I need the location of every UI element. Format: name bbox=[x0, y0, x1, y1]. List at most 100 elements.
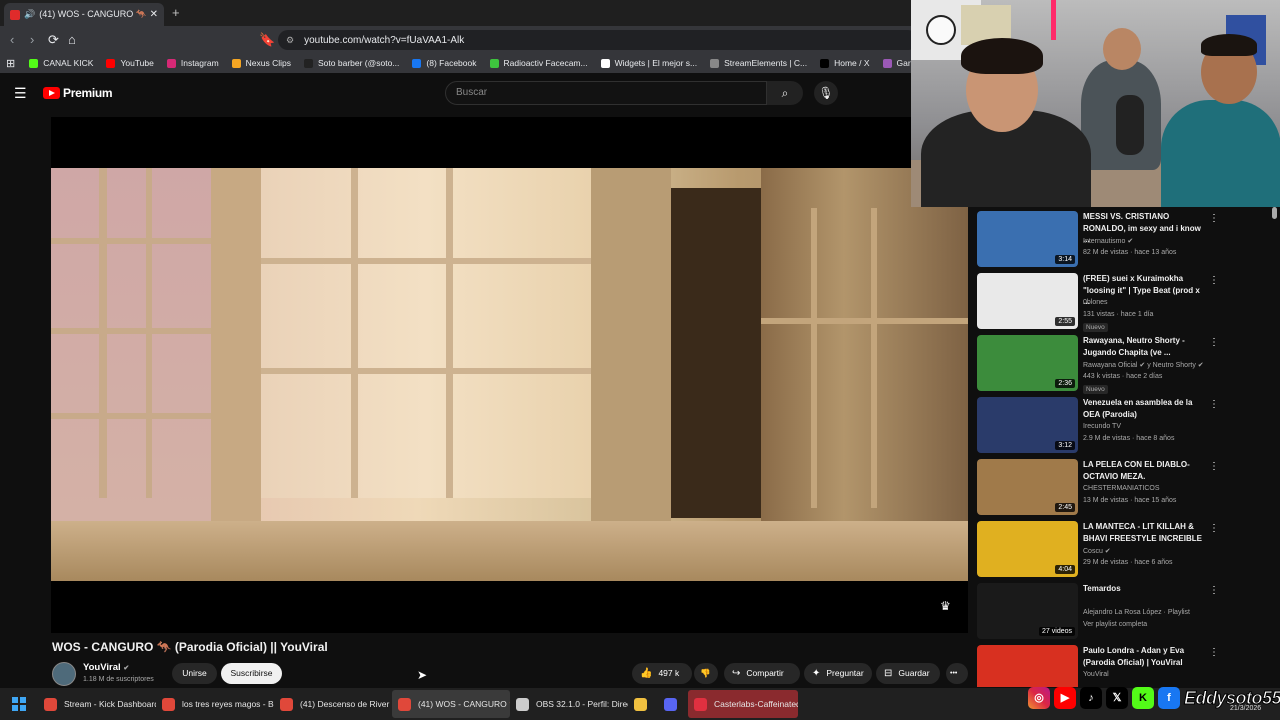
channel-name-text: YouViral bbox=[83, 662, 121, 673]
search-button[interactable]: ⌕ bbox=[767, 81, 803, 105]
video-frame[interactable] bbox=[51, 168, 968, 581]
recommendation-item[interactable]: 2:36 Rawayana, Neutro Shorty - Jugando Ch… bbox=[977, 333, 1277, 394]
back-icon[interactable]: ‹ bbox=[10, 32, 14, 47]
more-options-icon[interactable]: ⋮ bbox=[1209, 461, 1219, 472]
voice-search-button[interactable]: 🎙 bbox=[814, 81, 838, 105]
video-thumbnail[interactable]: 27 videos bbox=[977, 583, 1078, 639]
dislike-button[interactable]: 👎 bbox=[694, 663, 718, 684]
bookmark-item[interactable]: CANAL KICK bbox=[29, 58, 93, 68]
more-options-icon[interactable]: ⋮ bbox=[1209, 585, 1219, 596]
bookmark-page-icon[interactable]: 🔖 bbox=[259, 32, 275, 48]
taskbar-app[interactable]: Stream - Kick Dashboard bbox=[38, 690, 156, 718]
reload-icon[interactable]: ⟳ bbox=[48, 32, 59, 48]
recommendation-channel[interactable]: YouViral bbox=[1083, 671, 1109, 678]
more-options-icon[interactable]: ⋮ bbox=[1209, 337, 1219, 348]
app-icon bbox=[516, 697, 529, 711]
windows-start-icon[interactable] bbox=[12, 697, 26, 711]
recommendation-channel[interactable]: Rawayana Oficial ✔ y Neutro Shorty ✔ bbox=[1083, 361, 1204, 369]
bookmark-item[interactable]: Radioactiv Facecam... bbox=[489, 58, 588, 68]
home-icon[interactable]: ⌂ bbox=[68, 32, 76, 47]
recommendation-item[interactable]: 2:55 (FREE) suei x Kuraimokha "loosing it… bbox=[977, 271, 1277, 332]
recommendation-item[interactable]: 3:14 MESSI VS. CRISTIANO RONALDO, im sexy… bbox=[977, 209, 1277, 269]
bookmark-item[interactable]: YouTube bbox=[106, 58, 154, 68]
recommendation-channel[interactable]: Alejandro La Rosa López · Playlist bbox=[1083, 609, 1190, 616]
more-options-icon[interactable]: ⋮ bbox=[1209, 213, 1219, 224]
video-thumbnail[interactable]: 3:14 bbox=[977, 211, 1078, 267]
subscribe-button[interactable]: Suscribirse bbox=[221, 663, 282, 684]
video-thumbnail[interactable]: 2:55 bbox=[977, 273, 1078, 329]
recommendation-title[interactable]: Temardos bbox=[1083, 583, 1208, 595]
recommendation-title[interactable]: Rawayana, Neutro Shorty - Jugando Chapit… bbox=[1083, 335, 1208, 358]
sidebar-scrollbar[interactable] bbox=[1272, 207, 1277, 219]
share-button[interactable]: ↪ Compartir bbox=[724, 663, 800, 684]
more-options-icon[interactable]: ⋮ bbox=[1209, 275, 1219, 286]
new-tab-button[interactable]: + bbox=[172, 5, 180, 20]
recommendation-item[interactable]: 27 videos Temardos Alejandro La Rosa López… bbox=[977, 581, 1277, 641]
bookmark-label: Instagram bbox=[180, 58, 219, 68]
bookmark-item[interactable]: Soto barber (@soto... bbox=[304, 58, 399, 68]
menu-icon[interactable]: ☰ bbox=[14, 85, 27, 102]
bookmark-item[interactable]: Home / X bbox=[820, 58, 870, 68]
recommendation-title[interactable]: LA MANTECA - LIT KILLAH & BHAVI FREESTYL… bbox=[1083, 521, 1208, 544]
bookmark-item[interactable]: (8) Facebook bbox=[412, 58, 477, 68]
close-tab-icon[interactable]: ✕ bbox=[150, 9, 158, 20]
bookmark-item[interactable]: Widgets | El mejor s... bbox=[600, 58, 697, 68]
bookmark-item[interactable]: Nexus Clips bbox=[231, 58, 291, 68]
taskbar-app[interactable] bbox=[628, 690, 658, 718]
tiktok-icon: ♪ bbox=[1080, 687, 1102, 709]
save-button[interactable]: ⊟ Guardar bbox=[876, 663, 940, 684]
verified-icon: ✔ bbox=[1104, 548, 1111, 555]
recommendation-channel[interactable]: Coscu ✔ bbox=[1083, 547, 1111, 555]
forward-icon[interactable]: › bbox=[30, 32, 34, 47]
recommendation-title[interactable]: Venezuela en asamblea de la OEA (Parodia… bbox=[1083, 397, 1208, 420]
recommendation-channel[interactable]: CHESTERMANIATICOS bbox=[1083, 485, 1160, 492]
video-duration: 3:12 bbox=[1055, 441, 1075, 450]
recommendation-item[interactable]: 4:04 LA MANTECA - LIT KILLAH & BHAVI FREE… bbox=[977, 519, 1277, 579]
more-options-icon[interactable]: ⋮ bbox=[1209, 399, 1219, 410]
recommendation-title[interactable]: Paulo Londra - Adan y Eva (Parodia Ofici… bbox=[1083, 645, 1208, 668]
search-input[interactable]: Buscar bbox=[445, 81, 767, 105]
video-duration: 2:55 bbox=[1055, 317, 1075, 326]
like-button[interactable]: 👍 497 k bbox=[632, 663, 692, 684]
crown-quality-icon[interactable]: ♛ bbox=[940, 599, 951, 613]
taskbar-app[interactable]: (41) Descenso de River 2 bbox=[274, 690, 392, 718]
recommendation-title[interactable]: LA PELEA CON EL DIABLO- OCTAVIO MEZA. bbox=[1083, 459, 1208, 482]
ask-button[interactable]: ✦ Preguntar bbox=[804, 663, 872, 684]
recommendation-item[interactable]: 2:45 LA PELEA CON EL DIABLO- OCTAVIO MEZA… bbox=[977, 457, 1277, 517]
window-frame bbox=[211, 168, 261, 581]
channel-name[interactable]: YouViral ✔ bbox=[83, 662, 129, 673]
speaker-icon[interactable]: 🔊 bbox=[24, 9, 35, 20]
video-thumbnail[interactable]: 2:45 bbox=[977, 459, 1078, 515]
more-options-icon[interactable]: ⋮ bbox=[1209, 523, 1219, 534]
apps-grid-icon[interactable]: ⊞ bbox=[6, 57, 15, 70]
video-thumbnail[interactable]: 4:04 bbox=[977, 521, 1078, 577]
taskbar-app[interactable]: Casterlabs-Caffeinated bbox=[688, 690, 798, 718]
recommendation-item[interactable]: Paulo Londra - Adan y Eva (Parodia Ofici… bbox=[977, 643, 1277, 687]
recommendation-channel[interactable]: Irecundo TV bbox=[1083, 423, 1121, 430]
more-options-icon[interactable]: ⋮ bbox=[1209, 647, 1219, 658]
recommendation-item[interactable]: 3:12 Venezuela en asamblea de la OEA (Par… bbox=[977, 395, 1277, 455]
join-button[interactable]: Unirse bbox=[172, 663, 217, 684]
window-center-pane bbox=[261, 168, 591, 498]
taskbar-app[interactable]: OBS 32.1.0 - Perfil: Direc bbox=[510, 690, 628, 718]
browser-tab-active[interactable]: 🔊 (41) WOS - CANGURO 🦘 (Pa ✕ bbox=[4, 3, 164, 26]
video-thumbnail[interactable]: 3:12 bbox=[977, 397, 1078, 453]
site-info-icon[interactable]: ⚙ bbox=[286, 35, 294, 46]
channel-text: CHESTERMANIATICOS bbox=[1083, 485, 1160, 492]
bookmark-item[interactable]: StreamElements | C... bbox=[710, 58, 807, 68]
video-thumbnail[interactable]: 2:36 bbox=[977, 335, 1078, 391]
recommendation-channel[interactable]: 0blones bbox=[1083, 299, 1108, 306]
taskbar-app[interactable]: los tres reyes magos - B bbox=[156, 690, 274, 718]
video-thumbnail[interactable] bbox=[977, 645, 1078, 687]
recommendation-meta: 13 M de vistas · hace 15 años bbox=[1083, 497, 1177, 504]
bookmark-item[interactable]: Instagram bbox=[166, 58, 219, 68]
url-field[interactable]: ⚙ youtube.com/watch?v=fUaVAA1-Alk bbox=[278, 30, 918, 50]
youtube-premium-logo[interactable]: Premium bbox=[43, 86, 113, 100]
recommendations-sidebar: 3:14 MESSI VS. CRISTIANO RONALDO, im sexy… bbox=[977, 207, 1277, 687]
recommendation-channel[interactable]: Internautismo ✔ bbox=[1083, 237, 1133, 245]
channel-avatar[interactable] bbox=[52, 662, 76, 686]
taskbar-app[interactable] bbox=[658, 690, 688, 718]
more-actions-button[interactable]: ••• bbox=[946, 663, 968, 684]
video-duration: 2:36 bbox=[1055, 379, 1075, 388]
taskbar-app[interactable]: (41) WOS - CANGURO 🦘 bbox=[392, 690, 510, 718]
